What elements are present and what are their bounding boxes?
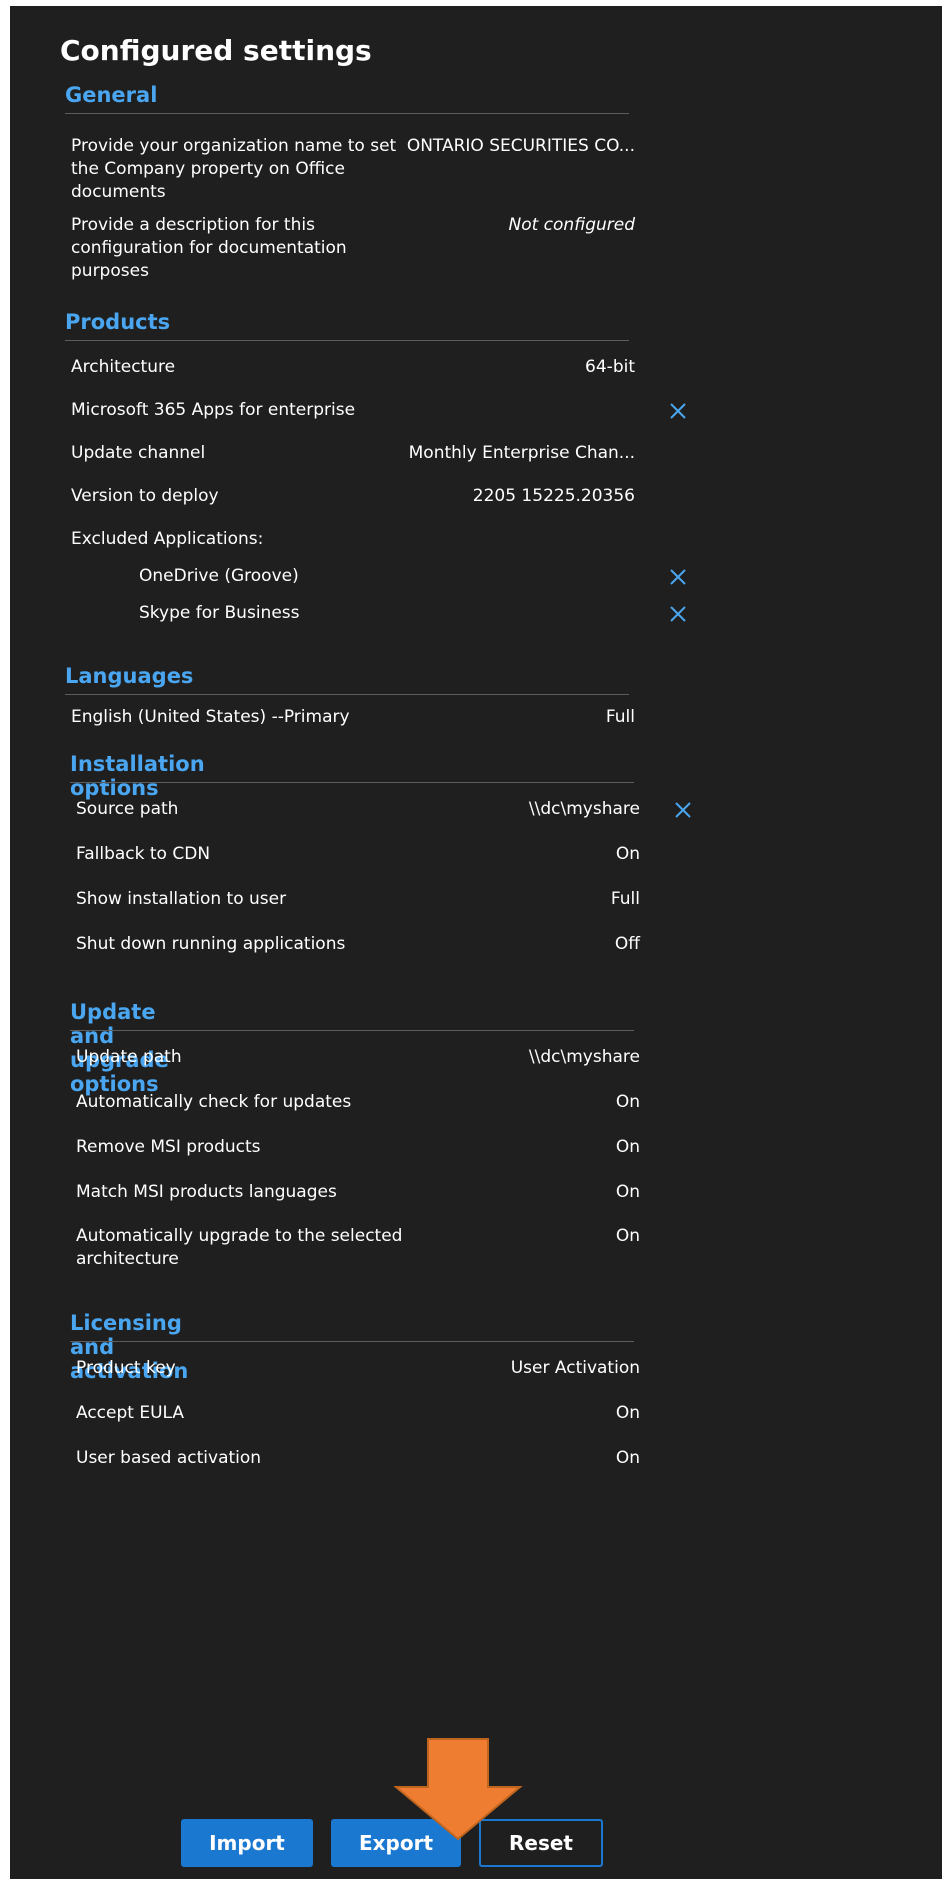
section-title: Installation options (70, 752, 205, 800)
arrow-down-icon (393, 1738, 523, 1841)
configured-settings-panel: Configured settings General Provide your… (10, 6, 942, 1879)
setting-value: On (615, 1092, 640, 1112)
close-icon (675, 802, 691, 818)
setting-label: Skype for Business (139, 603, 300, 623)
setting-value: On (615, 1403, 640, 1423)
setting-value: Monthly Enterprise Chan... (408, 443, 635, 463)
section-divider (65, 113, 629, 114)
section-title: Languages (65, 664, 194, 688)
setting-label: Provide your organization name to set th… (71, 136, 397, 202)
panel-title: Configured settings (60, 34, 372, 67)
setting-label: OneDrive (Groove) (139, 566, 299, 586)
setting-label: Show installation to user (76, 889, 287, 909)
setting-value: 64-bit (585, 357, 635, 377)
import-button[interactable]: Import (181, 1819, 313, 1867)
section-title: Products (65, 310, 171, 334)
setting-label: Architecture (71, 357, 176, 377)
setting-value: User Activation (510, 1358, 640, 1378)
setting-label: Source path (76, 799, 179, 819)
setting-value: Not configured (508, 215, 636, 235)
setting-value: Full (610, 889, 640, 909)
setting-label: Remove MSI products (76, 1137, 261, 1157)
setting-label: Shut down running applications (76, 934, 346, 954)
section-divider (65, 340, 629, 341)
setting-value: On (615, 1226, 640, 1246)
setting-label: Accept EULA (76, 1403, 185, 1423)
setting-label: User based activation (76, 1448, 262, 1468)
close-icon (670, 606, 686, 622)
remove-source-path-button[interactable] (672, 799, 694, 821)
section-divider (70, 1341, 634, 1342)
section-divider (65, 694, 629, 695)
setting-label: Provide a description for this configura… (71, 215, 347, 281)
setting-value: Off (614, 934, 640, 954)
setting-label: Fallback to CDN (76, 844, 211, 864)
setting-value: Full (605, 707, 635, 727)
setting-value: \\dc\myshare (528, 1047, 640, 1067)
setting-label: English (United States) --Primary (71, 707, 350, 727)
close-icon (670, 569, 686, 585)
setting-label: Automatically check for updates (76, 1092, 352, 1112)
setting-label: Excluded Applications: (71, 529, 264, 549)
setting-label: Microsoft 365 Apps for enterprise (71, 400, 356, 420)
setting-label: Update path (76, 1047, 182, 1067)
close-icon (670, 403, 686, 419)
setting-value: \\dc\myshare (528, 799, 640, 819)
section-title: General (65, 83, 158, 107)
setting-value: 2205 15225.20356 (472, 486, 635, 506)
setting-label: Match MSI products languages (76, 1182, 337, 1202)
setting-value: On (615, 1137, 640, 1157)
section-divider (70, 1030, 634, 1031)
setting-value: ONTARIO SECURITIES CO... (406, 136, 635, 156)
remove-excluded-app-button[interactable] (667, 566, 689, 588)
setting-label: Automatically upgrade to the selected ar… (76, 1226, 403, 1269)
remove-excluded-app-button[interactable] (667, 603, 689, 625)
remove-product-button[interactable] (667, 400, 689, 422)
setting-value: On (615, 1448, 640, 1468)
setting-value: On (615, 1182, 640, 1202)
section-divider (70, 782, 634, 783)
setting-value: On (615, 844, 640, 864)
